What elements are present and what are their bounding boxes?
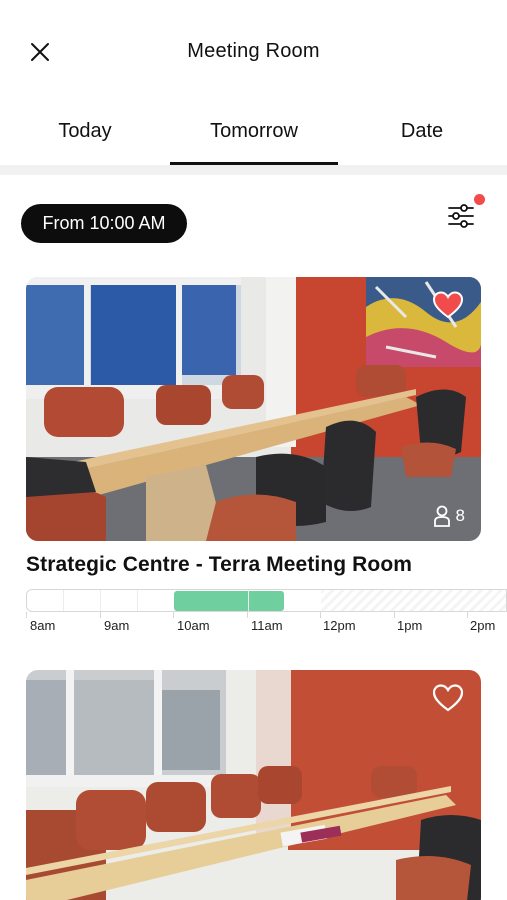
- day-tabs: Today Tomorrow Date: [0, 104, 507, 168]
- booked-slot[interactable]: [174, 591, 284, 611]
- capacity-count: 8: [455, 506, 465, 525]
- tab-date[interactable]: Date: [358, 120, 486, 168]
- room-name[interactable]: Strategic Centre - Terra Meeting Room: [26, 553, 412, 577]
- timeline-gridline: [63, 590, 64, 611]
- favorite-heart-icon[interactable]: [433, 684, 463, 712]
- hour-label: 10am: [177, 618, 210, 633]
- hour-label: 2pm: [470, 618, 496, 633]
- hour-label: 12pm: [323, 618, 356, 633]
- header: Meeting Room: [0, 0, 507, 104]
- availability-timeline: [26, 589, 507, 612]
- unavailable-range: [321, 590, 506, 611]
- timeline-gridline: [137, 590, 138, 611]
- filter-button[interactable]: [444, 199, 478, 233]
- room-image: [26, 277, 481, 541]
- hour-label: 1pm: [397, 618, 423, 633]
- tab-tomorrow[interactable]: Tomorrow: [170, 120, 338, 168]
- room-image: [26, 670, 481, 900]
- person-icon: [433, 505, 450, 527]
- hour-label: 9am: [104, 618, 130, 633]
- page-title: Meeting Room: [187, 40, 320, 62]
- room-photo[interactable]: [26, 670, 481, 900]
- sliders-icon: [448, 204, 474, 228]
- hour-label: 8am: [30, 618, 56, 633]
- tabs-divider: [0, 165, 507, 175]
- capacity-badge: 8: [433, 505, 465, 527]
- from-time-chip[interactable]: From 10:00 AM: [21, 204, 187, 243]
- favorite-heart-icon[interactable]: [433, 291, 463, 319]
- timeline-gridline: [100, 590, 101, 611]
- tab-today[interactable]: Today: [20, 120, 150, 168]
- timeline-hour-labels: 8am 9am 10am 11am 12pm 1pm 2pm: [26, 618, 507, 636]
- timeline-gridline: [248, 590, 249, 611]
- hour-label: 11am: [251, 618, 283, 633]
- filter-notification-dot: [474, 194, 485, 205]
- room-photo[interactable]: 8: [26, 277, 481, 541]
